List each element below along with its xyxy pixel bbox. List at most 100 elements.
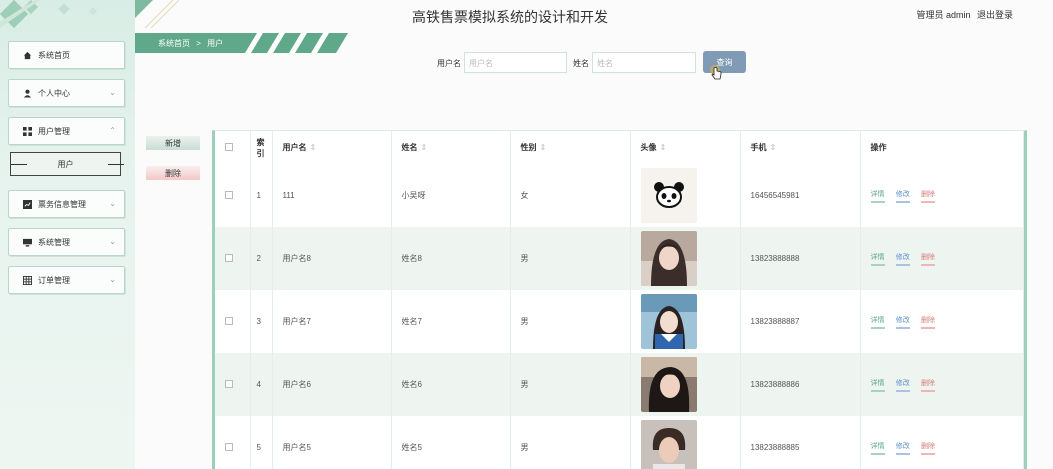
sidebar-item-user-mgmt[interactable]: 用户管理 ⌃ xyxy=(8,117,125,145)
cell-phone: 13823888887 xyxy=(740,290,861,353)
cell-name: 小吴呀 xyxy=(391,164,511,227)
home-icon xyxy=(23,51,32,60)
sidebar-item-ticket-mgmt[interactable]: 票务信息管理 ⌄ xyxy=(8,190,125,218)
cell-username: 用户名6 xyxy=(272,353,392,416)
column-header-name[interactable]: 姓名 ⇕ xyxy=(391,131,511,164)
sort-icon[interactable]: ⇕ xyxy=(770,143,777,152)
cell-phone: 16456545981 xyxy=(740,164,861,227)
column-header-phone[interactable]: 手机 ⇕ xyxy=(740,131,861,164)
decoration-line xyxy=(11,164,27,165)
sidebar: 系统首页 个人中心 ⌄ 用户管理 ⌃ 用户 票务信息管理 ⌄ 系统管理 ⌄ 订单… xyxy=(0,0,135,469)
table-icon xyxy=(23,275,32,285)
delete-button[interactable]: 删除 xyxy=(920,378,935,392)
decoration-line xyxy=(108,164,124,165)
edit-button[interactable]: 修改 xyxy=(895,315,910,329)
row-checkbox[interactable] xyxy=(225,190,233,199)
cell-name: 姓名6 xyxy=(391,353,511,416)
delete-button-label: 删除 xyxy=(165,168,181,178)
sidebar-item-label: 用户管理 xyxy=(38,126,70,136)
person-icon xyxy=(23,89,32,98)
monitor-icon xyxy=(23,238,32,247)
detail-button[interactable]: 详情 xyxy=(870,441,885,455)
cell-gender: 男 xyxy=(510,416,631,469)
sidebar-item-order-mgmt[interactable]: 订单管理 ⌄ xyxy=(8,266,125,294)
row-checkbox[interactable] xyxy=(225,379,233,388)
batch-delete-button[interactable]: 删除 xyxy=(146,166,200,180)
edit-button[interactable]: 修改 xyxy=(895,252,910,266)
detail-button[interactable]: 详情 xyxy=(870,315,885,329)
sidebar-subitem-user[interactable]: 用户 xyxy=(10,152,124,176)
detail-button[interactable]: 详情 xyxy=(870,252,885,266)
row-checkbox[interactable] xyxy=(225,316,233,325)
sidebar-item-personal[interactable]: 个人中心 ⌄ xyxy=(8,79,125,107)
breadcrumb-separator: > xyxy=(196,39,201,48)
breadcrumb-home[interactable]: 系统首页 xyxy=(158,39,190,48)
cell-avatar xyxy=(630,164,741,227)
cell-gender: 女 xyxy=(510,164,631,227)
detail-button[interactable]: 详情 xyxy=(870,189,885,203)
row-checkbox[interactable] xyxy=(225,253,233,262)
cell-index: 2 xyxy=(250,227,273,290)
row-checkbox[interactable] xyxy=(225,442,233,451)
table-row: 3 用户名7 姓名7 男 13823888887 详情 修改 删除 xyxy=(215,290,1024,353)
logo-decoration xyxy=(0,0,98,29)
column-header-actions: 操作 xyxy=(860,131,1024,164)
cell-username: 用户名7 xyxy=(272,290,392,353)
chart-icon xyxy=(23,199,32,209)
cell-actions: 详情 修改 删除 xyxy=(860,164,1024,227)
sidebar-item-label: 系统管理 xyxy=(38,237,70,247)
sort-icon[interactable]: ⇕ xyxy=(540,143,547,152)
logout-link[interactable]: 退出登录 xyxy=(977,10,1013,20)
cell-actions: 详情 修改 删除 xyxy=(860,416,1024,469)
edit-button[interactable]: 修改 xyxy=(895,189,910,203)
cell-name: 姓名5 xyxy=(391,416,511,469)
sidebar-item-label: 票务信息管理 xyxy=(38,199,86,209)
user-table: 索引 用户名 ⇕ 姓名 ⇕ 性别 ⇕ 头像 ⇕ 手机 ⇕ 操作 1 111 小吴… xyxy=(212,130,1027,469)
name-search-input[interactable]: 姓名 xyxy=(592,52,696,73)
sidebar-item-label: 系统首页 xyxy=(38,50,70,60)
column-header-label: 手机 xyxy=(750,143,767,152)
sidebar-item-home[interactable]: 系统首页 xyxy=(8,41,125,69)
cell-actions: 详情 修改 删除 xyxy=(860,353,1024,416)
table-row: 5 用户名5 姓名5 男 13823888885 详情 修改 删除 xyxy=(215,416,1024,469)
cell-index: 5 xyxy=(250,416,273,469)
username-search-input[interactable]: 用户名 xyxy=(464,52,567,73)
table-header-row: 索引 用户名 ⇕ 姓名 ⇕ 性别 ⇕ 头像 ⇕ 手机 ⇕ 操作 xyxy=(215,131,1024,164)
column-header-index[interactable]: 索引 xyxy=(250,131,273,164)
delete-button[interactable]: 删除 xyxy=(920,189,935,203)
delete-button[interactable]: 删除 xyxy=(920,252,935,266)
delete-button[interactable]: 删除 xyxy=(920,441,935,455)
sort-icon[interactable]: ⇕ xyxy=(660,143,667,152)
user-avatar-image xyxy=(640,231,697,286)
column-header-gender[interactable]: 性别 ⇕ xyxy=(510,131,631,164)
chevron-up-icon: ⌃ xyxy=(109,126,116,135)
cell-gender: 男 xyxy=(510,227,631,290)
cell-avatar xyxy=(630,227,741,290)
cell-index: 4 xyxy=(250,353,273,416)
delete-button[interactable]: 删除 xyxy=(920,315,935,329)
column-header-label: 性别 xyxy=(520,143,537,152)
edit-button[interactable]: 修改 xyxy=(895,378,910,392)
hand-cursor-icon xyxy=(710,65,722,80)
add-button[interactable]: 新增 xyxy=(146,136,200,150)
username-label: 用户名 xyxy=(437,59,461,68)
sort-icon[interactable]: ⇕ xyxy=(310,143,317,152)
column-header-avatar[interactable]: 头像 ⇕ xyxy=(630,131,741,164)
sidebar-item-label: 个人中心 xyxy=(38,88,70,98)
select-all-checkbox[interactable] xyxy=(225,142,233,151)
chevron-down-icon: ⌄ xyxy=(109,237,116,246)
cell-index: 3 xyxy=(250,290,273,353)
cell-index: 1 xyxy=(250,164,273,227)
add-button-label: 新增 xyxy=(165,138,181,148)
edit-button[interactable]: 修改 xyxy=(895,441,910,455)
breadcrumb: 系统首页 > 用户 xyxy=(158,38,223,49)
detail-button[interactable]: 详情 xyxy=(870,378,885,392)
grid-icon xyxy=(23,126,32,136)
sidebar-item-system-mgmt[interactable]: 系统管理 ⌄ xyxy=(8,228,125,256)
cell-name: 姓名7 xyxy=(391,290,511,353)
sort-icon[interactable]: ⇕ xyxy=(421,143,428,152)
admin-user-label: 管理员 admin xyxy=(916,10,971,20)
cell-phone: 13823888886 xyxy=(740,353,861,416)
chevron-down-icon: ⌄ xyxy=(109,275,116,284)
column-header-username[interactable]: 用户名 ⇕ xyxy=(272,131,392,164)
